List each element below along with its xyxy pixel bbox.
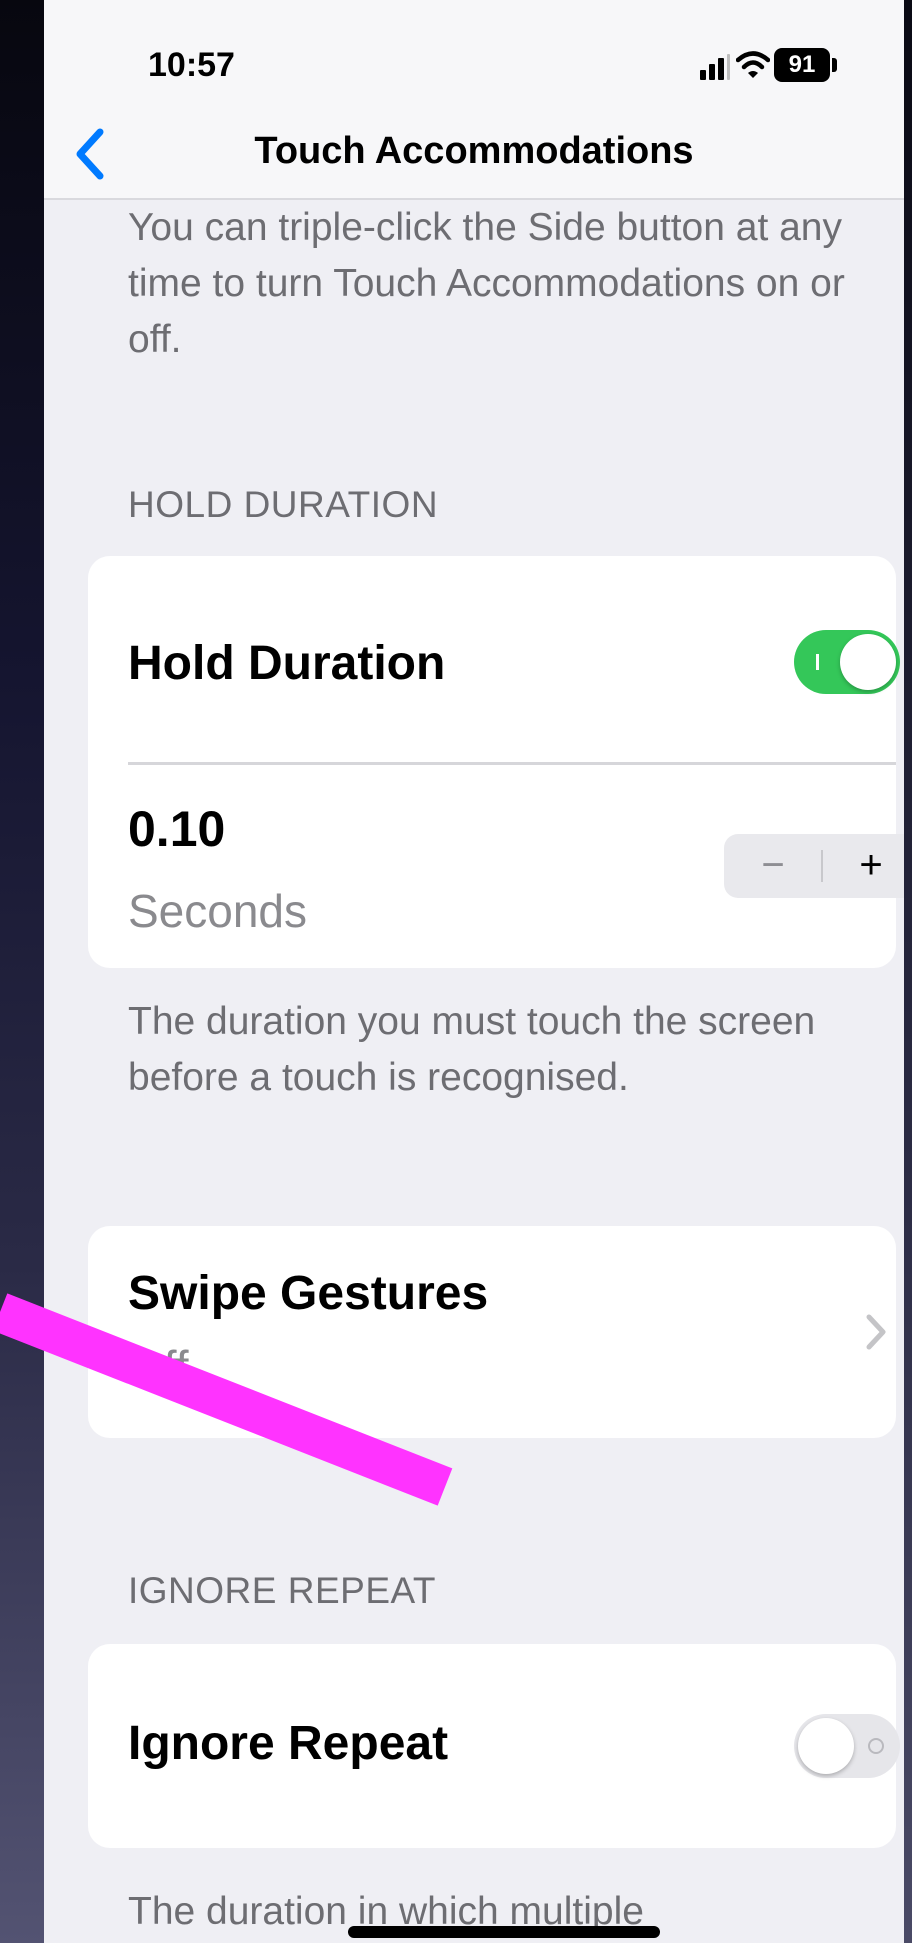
left-backdrop <box>0 0 44 1943</box>
ignore-repeat-card: Ignore Repeat <box>88 1644 900 1848</box>
hold-duration-label: Hold Duration <box>128 637 446 690</box>
wifi-icon <box>736 51 770 78</box>
intro-text: You can triple-click the Side button at … <box>128 206 845 361</box>
section-header-hold-duration: HOLD DURATION <box>128 484 439 525</box>
status-time: 10:57 <box>148 46 235 84</box>
toggle-on-mark <box>816 654 819 670</box>
toggle-knob <box>840 634 896 690</box>
hold-duration-value: 0.10 <box>128 801 226 857</box>
cellular-signal-icon <box>700 54 730 80</box>
home-indicator <box>348 1926 660 1938</box>
battery-tip <box>832 58 837 72</box>
right-backdrop <box>904 0 912 1943</box>
chevron-right-icon <box>866 1314 886 1350</box>
ignore-repeat-toggle[interactable] <box>794 1714 900 1778</box>
stepper-plus-button[interactable]: + <box>822 834 904 898</box>
stepper-minus-button[interactable]: − <box>724 834 822 898</box>
hold-duration-card: Hold Duration 0.10 Seconds − + <box>88 556 904 968</box>
hold-duration-toggle[interactable] <box>794 630 900 694</box>
toggle-knob <box>798 1718 854 1774</box>
hold-duration-footer: The duration you must touch the screen b… <box>128 1000 816 1099</box>
nav-header: 10:57 91 Touch Accommodations <box>44 0 904 200</box>
swipe-gestures-row[interactable]: Swipe Gestures Off <box>88 1226 896 1438</box>
toggle-off-mark <box>868 1738 884 1754</box>
swipe-gestures-label: Swipe Gestures <box>128 1267 489 1320</box>
page-title: Touch Accommodations <box>254 130 694 172</box>
ignore-repeat-label: Ignore Repeat <box>128 1717 449 1770</box>
hold-duration-stepper[interactable]: − + <box>724 834 904 898</box>
battery-level: 91 <box>774 48 830 82</box>
settings-screen: 10:57 91 Touch Accommodations You can tr… <box>44 0 904 1943</box>
section-header-ignore-repeat: IGNORE REPEAT <box>128 1570 437 1611</box>
row-separator <box>128 762 896 765</box>
hold-duration-unit: Seconds <box>128 885 308 937</box>
swipe-gestures-value: Off <box>128 1341 189 1393</box>
